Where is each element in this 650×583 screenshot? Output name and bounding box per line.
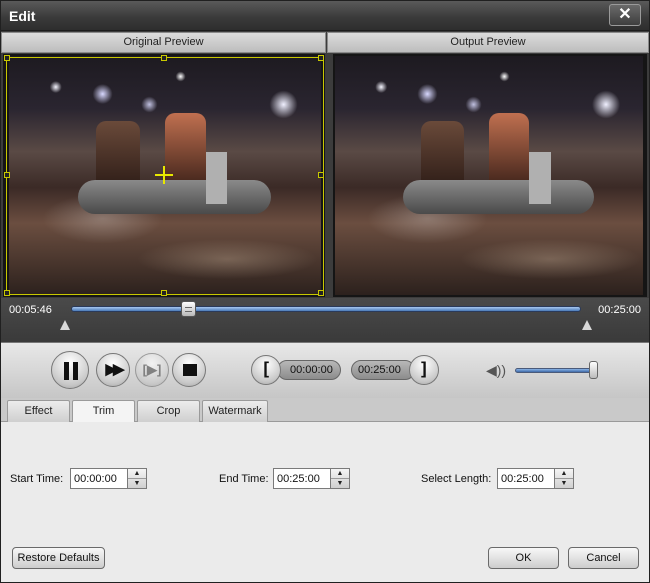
timeline: 00:05:46 00:25:00 [1,298,649,342]
tab-crop[interactable]: Crop [137,400,200,422]
playback-controls: ▶▶ [▶] 00:00:00 [ 00:25:00 ] ◀)) [1,342,649,398]
start-time-label: Start Time: [10,473,64,485]
volume-track[interactable] [515,368,597,373]
start-time-input[interactable] [70,468,128,489]
select-length-stepper: ▲ ▼ [497,468,575,489]
seek-thumb[interactable] [181,301,197,317]
trim-end-marker[interactable] [582,320,592,330]
set-end-button[interactable]: ] [409,355,439,385]
close-button[interactable]: ✕ [609,4,641,26]
output-preview-header: Output Preview [327,32,649,53]
end-time-spin: ▲ ▼ [330,468,350,489]
select-length-spin: ▲ ▼ [554,468,574,489]
tab-watermark[interactable]: Watermark [202,400,268,422]
end-time-display: 00:25:00 [351,360,415,380]
video-frame-output [335,56,643,295]
crop-handle-bottom[interactable] [161,290,167,296]
start-time-spin: ▲ ▼ [127,468,147,489]
stop-button[interactable] [172,353,206,387]
end-time-input[interactable] [273,468,331,489]
tab-bar: Effect Trim Crop Watermark [1,398,649,423]
end-time-stepper: ▲ ▼ [273,468,351,489]
end-time-label: End Time: [219,473,269,485]
volume-thumb[interactable] [588,361,598,379]
stop-icon [183,364,197,376]
fast-forward-button[interactable]: ▶▶ [96,353,130,387]
start-time-up-icon[interactable]: ▲ [128,469,146,479]
restore-defaults-button[interactable]: Restore Defaults [12,547,105,569]
end-time-up-icon[interactable]: ▲ [331,469,349,479]
crop-handle-bottom-right[interactable] [318,290,324,296]
end-time-down-icon[interactable]: ▼ [331,479,349,489]
start-time-stepper: ▲ ▼ [70,468,148,489]
select-length-up-icon[interactable]: ▲ [555,469,573,479]
seek-track[interactable] [71,306,581,312]
tab-trim[interactable]: Trim [72,400,135,423]
close-icon: ✕ [618,6,632,23]
output-preview-video [333,54,647,297]
edit-window: Edit ✕ Original Preview Output Preview 0… [0,0,650,583]
crosshair-icon[interactable] [155,166,173,184]
ok-button[interactable]: OK [488,547,559,569]
bracket-left-icon: [ [260,359,272,380]
set-start-button[interactable]: [ [251,355,281,385]
crop-handle-left[interactable] [4,172,10,178]
cancel-button[interactable]: Cancel [568,547,639,569]
speaker-icon[interactable]: ◀)) [486,362,506,378]
select-length-input[interactable] [497,468,555,489]
original-preview-video [3,54,325,297]
trim-panel: Start Time: ▲ ▼ End Time: ▲ ▼ Select Len… [1,422,649,582]
start-time-down-icon[interactable]: ▼ [128,479,146,489]
next-frame-button[interactable]: [▶] [135,353,169,387]
crop-handle-top[interactable] [161,55,167,61]
crop-handle-top-right[interactable] [318,55,324,61]
select-length-down-icon[interactable]: ▼ [555,479,573,489]
original-preview-header: Original Preview [1,32,326,53]
window-title: Edit [9,8,36,24]
fast-forward-icon: ▶▶ [105,361,124,378]
title-bar: Edit ✕ [1,1,649,31]
start-time-display: 00:00:00 [277,360,341,380]
bracket-right-icon: ] [418,359,430,380]
pause-icon [64,362,78,380]
select-length-label: Select Length: [421,473,492,485]
trim-start-marker[interactable] [60,320,70,330]
crop-handle-bottom-left[interactable] [4,290,10,296]
crop-handle-right[interactable] [318,172,324,178]
next-frame-icon: [▶] [142,362,162,377]
current-time: 00:05:46 [9,304,52,316]
crop-handle-top-left[interactable] [4,55,10,61]
pause-button[interactable] [51,351,89,389]
total-time: 00:25:00 [598,304,641,316]
tab-effect[interactable]: Effect [7,400,70,422]
